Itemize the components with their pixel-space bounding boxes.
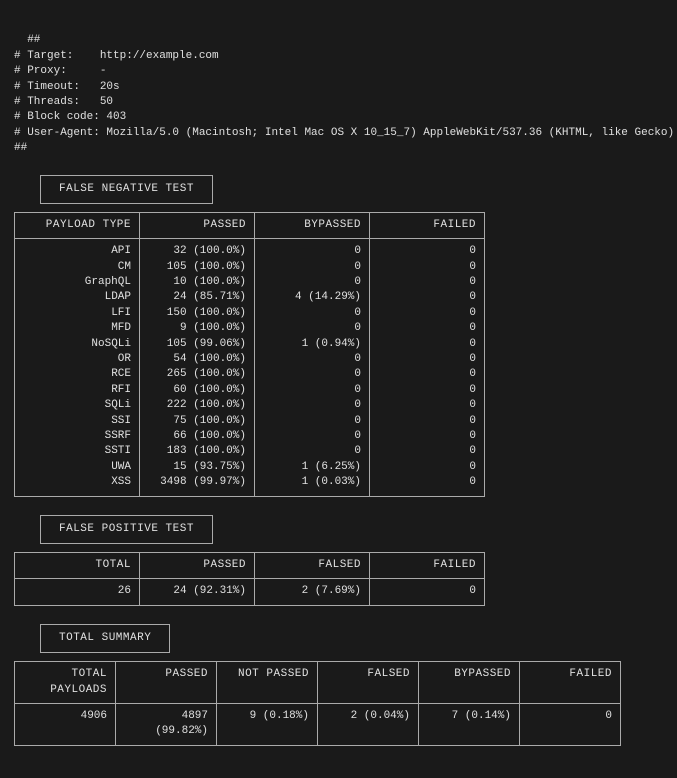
ts-notpassed: 9 (0.18%) bbox=[217, 703, 318, 745]
col-falsed: FALSED bbox=[318, 662, 419, 704]
col-failed: FAILED bbox=[370, 212, 485, 238]
header-line: # Threads: 50 bbox=[14, 96, 113, 108]
col-bypassed: BYPASSED bbox=[419, 662, 520, 704]
col-failed: FAILED bbox=[370, 552, 485, 578]
col-total-payloads: TOTAL PAYLOADS bbox=[15, 662, 116, 704]
header-line: # User-Agent: Mozilla/5.0 (Macintosh; In… bbox=[14, 127, 677, 139]
col-total: TOTAL bbox=[15, 552, 140, 578]
false-positive-table: TOTAL PASSED FALSED FAILED 26 24 (92.31%… bbox=[14, 552, 485, 606]
false-negative-title: FALSE NEGATIVE TEST bbox=[40, 175, 213, 204]
fp-failed: 0 bbox=[370, 579, 485, 605]
ts-total: 4906 bbox=[15, 703, 116, 745]
table-header-row: TOTAL PAYLOADS PASSED NOT PASSED FALSED … bbox=[15, 662, 621, 704]
payload-types-cell: API CM GraphQL LDAP LFI MFD NoSQLi OR RC… bbox=[15, 239, 140, 496]
total-summary-table: TOTAL PAYLOADS PASSED NOT PASSED FALSED … bbox=[14, 661, 621, 746]
ts-bypassed: 7 (0.14%) bbox=[419, 703, 520, 745]
table-header-row: TOTAL PASSED FALSED FAILED bbox=[15, 552, 485, 578]
bypassed-values-cell: 0 0 0 4 (14.29%) 0 0 1 (0.94%) 0 0 0 0 0… bbox=[255, 239, 370, 496]
col-passed: PASSED bbox=[116, 662, 217, 704]
false-negative-table: PAYLOAD TYPE PASSED BYPASSED FAILED API … bbox=[14, 212, 485, 497]
header-prefix: ## bbox=[27, 34, 40, 46]
table-header-row: PAYLOAD TYPE PASSED BYPASSED FAILED bbox=[15, 212, 485, 238]
col-notpassed: NOT PASSED bbox=[217, 662, 318, 704]
col-falsed: FALSED bbox=[255, 552, 370, 578]
table-row: 4906 4897 (99.82%) 9 (0.18%) 2 (0.04%) 7… bbox=[15, 703, 621, 745]
col-bypassed: BYPASSED bbox=[255, 212, 370, 238]
fp-passed: 24 (92.31%) bbox=[140, 579, 255, 605]
fp-total: 26 bbox=[15, 579, 140, 605]
col-payload-type: PAYLOAD TYPE bbox=[15, 212, 140, 238]
failed-values-cell: 0 0 0 0 0 0 0 0 0 0 0 0 0 0 0 0 bbox=[370, 239, 485, 496]
ts-passed: 4897 (99.82%) bbox=[116, 703, 217, 745]
fp-falsed: 2 (7.69%) bbox=[255, 579, 370, 605]
passed-values-cell: 32 (100.0%) 105 (100.0%) 10 (100.0%) 24 … bbox=[140, 239, 255, 496]
header-line: # Timeout: 20s bbox=[14, 81, 120, 93]
table-row: 26 24 (92.31%) 2 (7.69%) 0 bbox=[15, 579, 485, 605]
total-summary-title: TOTAL SUMMARY bbox=[40, 624, 170, 653]
header-line: ## bbox=[14, 142, 27, 154]
header-line: # Block code: 403 bbox=[14, 111, 126, 123]
header-line: # Target: http://example.com bbox=[14, 50, 219, 62]
ts-failed: 0 bbox=[520, 703, 621, 745]
table-row: API CM GraphQL LDAP LFI MFD NoSQLi OR RC… bbox=[15, 239, 485, 496]
col-passed: PASSED bbox=[140, 212, 255, 238]
ts-falsed: 2 (0.04%) bbox=[318, 703, 419, 745]
col-failed: FAILED bbox=[520, 662, 621, 704]
config-header: ## # Target: http://example.com # Proxy:… bbox=[14, 18, 663, 157]
col-passed: PASSED bbox=[140, 552, 255, 578]
header-line: # Proxy: - bbox=[14, 65, 106, 77]
